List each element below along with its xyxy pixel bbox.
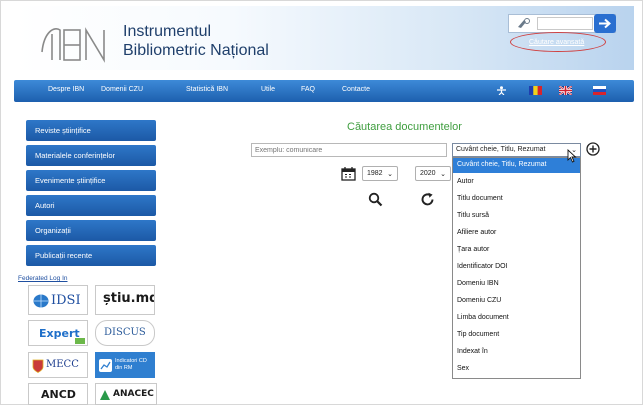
mouse-cursor-icon <box>567 149 577 163</box>
nav-item-despre-ibn[interactable]: Despre IBN <box>48 86 84 93</box>
search-field-value: Cuvânt cheie, Titlu, Rezumat <box>456 146 546 153</box>
arrow-right-icon <box>599 18 612 29</box>
chart-logo-icon <box>99 359 112 372</box>
partner-logo-mecc[interactable]: MECC <box>28 352 88 378</box>
sidebar-item-label: Materialele conferințelor <box>35 151 116 160</box>
year-to-value: 2020 <box>420 170 436 177</box>
sidebar-item-autori[interactable]: Autori <box>26 195 156 216</box>
partner-logo-ancd[interactable]: ANCD <box>28 383 88 405</box>
partner-logo-anacec[interactable]: ANACEC <box>95 383 157 405</box>
nav-item-faq[interactable]: FAQ <box>301 86 315 93</box>
sidebar-item-organizatii[interactable]: Organizații <box>26 220 156 241</box>
partner-logo-expert[interactable]: Expert <box>28 320 88 346</box>
partner-logo-discus[interactable]: DISCUS <box>95 320 155 346</box>
brand-line-2: Bibliometric Național <box>123 42 269 59</box>
dropdown-option[interactable]: Limba document <box>453 311 580 326</box>
calendar-icon <box>341 167 356 181</box>
partner-label: MECC <box>46 359 79 370</box>
partner-label: Indicatori CD din RM <box>115 358 147 371</box>
dropdown-option[interactable]: Autor <box>453 175 580 190</box>
coat-of-arms-icon <box>32 359 44 373</box>
dropdown-option[interactable]: Cuvânt cheie, Titlu, Rezumat <box>453 158 580 173</box>
year-from-select[interactable]: 1982 ⌄ <box>362 166 398 181</box>
search-query-input[interactable] <box>251 143 447 157</box>
dropdown-option[interactable]: Afiliere autor <box>453 226 580 241</box>
anacec-logo-icon <box>100 390 110 400</box>
sidebar-item-label: Reviste științifice <box>35 126 91 135</box>
sidebar-item-label: Organizații <box>35 226 71 235</box>
search-field-select[interactable]: Cuvânt cheie, Titlu, Rezumat ⌄ <box>452 143 581 157</box>
nav-item-statistica[interactable]: Statistică IBN <box>186 86 228 93</box>
partner-label: știu.md <box>103 291 155 306</box>
partner-logo-indicatori[interactable]: Indicatori CD din RM <box>95 352 155 378</box>
advanced-search-link[interactable]: Căutare avansată <box>529 39 584 46</box>
dropdown-option[interactable]: Titlu sursă <box>453 209 580 224</box>
main-navbar: Despre IBN Domenii CZU Statistică IBN Ut… <box>14 80 634 102</box>
page-title: Căutarea documentelor <box>347 121 462 133</box>
dropdown-option[interactable]: Sex <box>453 362 580 377</box>
search-icon[interactable] <box>368 192 383 207</box>
partner-logo-stiu[interactable]: știu.md <box>95 285 155 315</box>
sidebar-item-label: Publicații recente <box>35 251 93 260</box>
partner-label: DISCUS <box>104 327 146 338</box>
sidebar-item-reviste[interactable]: Reviste științifice <box>26 120 156 141</box>
year-from-value: 1982 <box>367 170 383 177</box>
dropdown-option[interactable]: Titlu document <box>453 192 580 207</box>
dropdown-option[interactable]: Domeniu IBN <box>453 277 580 292</box>
partner-logo-idsi[interactable]: IDSI <box>28 285 88 315</box>
reset-icon[interactable] <box>420 192 435 207</box>
flag-uk-icon[interactable] <box>559 86 572 95</box>
sidebar-item-publicatii[interactable]: Publicații recente <box>26 245 156 266</box>
nav-item-domenii-czu[interactable]: Domenii CZU <box>101 86 143 93</box>
dropdown-option[interactable]: Țara autor <box>453 243 580 258</box>
flag-russia-icon[interactable] <box>593 86 606 95</box>
dropdown-option[interactable]: Domeniu CZU <box>453 294 580 309</box>
brand-line-1: Instrumentul <box>123 23 212 40</box>
partner-label: ANACEC <box>113 389 154 399</box>
expert-accent <box>75 338 85 344</box>
keyboard-icon[interactable] <box>512 17 536 30</box>
federated-login-link[interactable]: Federated Log In <box>18 275 68 282</box>
chevron-down-icon: ⌄ <box>387 171 393 178</box>
nav-item-utile[interactable]: Utile <box>261 86 275 93</box>
site-brand: Instrumentul Bibliometric Național <box>123 22 269 60</box>
quick-search-input[interactable] <box>537 17 593 30</box>
dropdown-option[interactable]: Tip document <box>453 328 580 343</box>
search-field-dropdown: Cuvânt cheie, Titlu, Rezumat Autor Titlu… <box>452 157 581 379</box>
partner-label: Expert <box>39 327 80 340</box>
quick-search-go-button[interactable] <box>594 14 616 33</box>
year-to-select[interactable]: 2020 ⌄ <box>415 166 451 181</box>
ibn-logo-icon[interactable] <box>38 22 110 64</box>
accessibility-icon[interactable] <box>495 86 508 95</box>
add-criteria-icon[interactable] <box>586 142 600 156</box>
partner-label: ANCD <box>41 388 76 401</box>
flag-romania-icon[interactable] <box>529 86 542 95</box>
sidebar-item-evenimente[interactable]: Evenimente științifice <box>26 170 156 191</box>
globe-icon <box>33 294 49 308</box>
chevron-down-icon: ⌄ <box>440 171 446 178</box>
nav-item-contacte[interactable]: Contacte <box>342 86 370 93</box>
partner-label: IDSI <box>51 293 81 308</box>
sidebar-item-label: Autori <box>35 201 55 210</box>
dropdown-option[interactable]: Indexat în <box>453 345 580 360</box>
sidebar-item-label: Evenimente științifice <box>35 176 106 185</box>
sidebar-item-materiale[interactable]: Materialele conferințelor <box>26 145 156 166</box>
dropdown-option[interactable]: Identificator DOI <box>453 260 580 275</box>
